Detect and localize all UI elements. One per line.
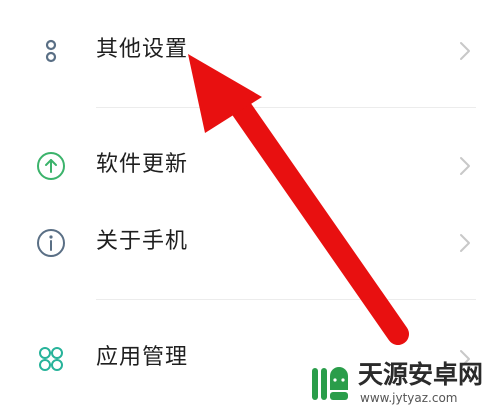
- watermark-url: www.jytyaz.com: [360, 391, 458, 405]
- settings-item-label: 关于手机: [96, 229, 189, 254]
- info-circle-icon: [35, 227, 67, 259]
- divider: [96, 107, 476, 108]
- chevron-right-icon: [458, 232, 472, 254]
- watermark: 天源安卓网 www.jytyaz.com: [308, 358, 496, 410]
- settings-item-label: 应用管理: [96, 345, 189, 370]
- settings-item-software-update[interactable]: 软件更新: [0, 135, 500, 195]
- divider: [96, 299, 476, 300]
- more-dots-icon: [35, 35, 67, 67]
- settings-item-label: 其他设置: [96, 37, 189, 62]
- watermark-title: 天源安卓网: [358, 360, 484, 389]
- chevron-right-icon: [458, 40, 472, 62]
- arrow-up-circle-icon: [35, 150, 67, 182]
- settings-item-about-phone[interactable]: 关于手机: [0, 212, 500, 272]
- chevron-right-icon: [458, 155, 472, 177]
- android-logo-icon: [308, 362, 352, 406]
- settings-item-other[interactable]: 其他设置: [0, 20, 500, 80]
- apps-grid-icon: [35, 343, 67, 375]
- settings-item-label: 软件更新: [96, 152, 189, 177]
